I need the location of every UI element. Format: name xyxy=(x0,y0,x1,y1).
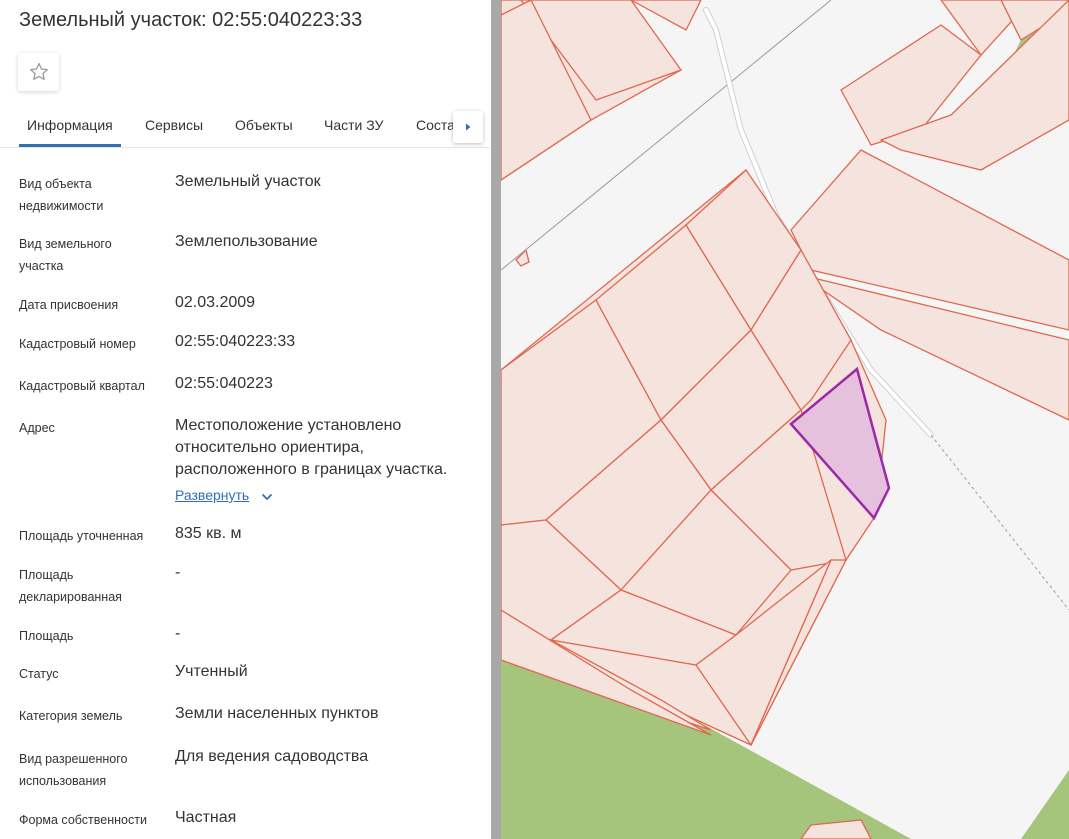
field-label-ownership: Форма собственности xyxy=(19,813,147,827)
field-value-object-type: Земельный участок xyxy=(175,173,321,190)
field-label-permitted-use: Вид разрешенного использования xyxy=(19,752,128,788)
field-label-area-declared: Площадь декларированная xyxy=(19,568,122,604)
field-value-area: - xyxy=(175,625,181,642)
field-label-cadastral-number: Кадастровый номер xyxy=(19,337,136,351)
field-label-status: Статус xyxy=(19,667,59,681)
map-green-area xyxy=(1021,770,1069,839)
tab-information[interactable]: Информация xyxy=(27,117,113,133)
tab-parts[interactable]: Части ЗУ xyxy=(324,117,383,133)
field-label-area: Площадь xyxy=(19,629,74,643)
info-panel: Земельный участок: 02:55:040223:33 Инфор… xyxy=(0,0,490,839)
favorite-button[interactable] xyxy=(18,53,59,91)
tab-services[interactable]: Сервисы xyxy=(145,117,203,133)
map-canvas xyxy=(501,0,1069,839)
field-value-address: Местоположение установлено относительно … xyxy=(175,417,448,478)
tab-composition[interactable]: Соста xyxy=(416,117,455,133)
field-label-object-type: Вид объекта недвижимости xyxy=(19,177,104,213)
chevron-down-icon[interactable] xyxy=(260,490,274,504)
field-value-status: Учтенный xyxy=(175,663,248,680)
field-value-assigned-date: 02.03.2009 xyxy=(175,294,256,311)
field-value-ownership: Частная xyxy=(175,809,237,826)
field-value-area-declared: - xyxy=(175,564,181,581)
field-value-parcel-type: Землепользование xyxy=(175,233,318,250)
tabs-next-button[interactable] xyxy=(453,111,483,143)
active-tab-indicator xyxy=(19,144,121,147)
address-expand-link[interactable]: Развернуть xyxy=(175,487,249,503)
field-value-cadastral-quarter: 02:55:040223 xyxy=(175,375,273,392)
field-label-parcel-type: Вид земельного участка xyxy=(19,237,112,273)
tab-bar: Информация Сервисы Объекты Части ЗУ Сост… xyxy=(0,104,490,148)
field-value-permitted-use: Для ведения садоводства xyxy=(175,748,369,765)
star-icon xyxy=(29,62,48,80)
map-dashed-line xyxy=(930,434,1069,611)
field-label-area-specified: Площадь уточненная xyxy=(19,529,144,543)
page-title: Земельный участок: 02:55:040223:33 xyxy=(19,9,363,31)
cadastral-map[interactable] xyxy=(501,0,1069,839)
panel-divider-handle[interactable] xyxy=(491,0,501,839)
field-value-cadastral-number: 02:55:040223:33 xyxy=(175,333,296,350)
field-value-land-category: Земли населенных пунктов xyxy=(175,705,379,722)
field-label-cadastral-quarter: Кадастровый квартал xyxy=(19,379,145,393)
triangle-right-icon xyxy=(466,123,471,131)
tab-objects[interactable]: Объекты xyxy=(235,117,293,133)
field-label-land-category: Категория земель xyxy=(19,709,123,723)
field-label-address: Адрес xyxy=(19,421,55,435)
field-label-assigned-date: Дата присвоения xyxy=(19,298,119,312)
field-value-area-specified: 835 кв. м xyxy=(175,525,242,542)
